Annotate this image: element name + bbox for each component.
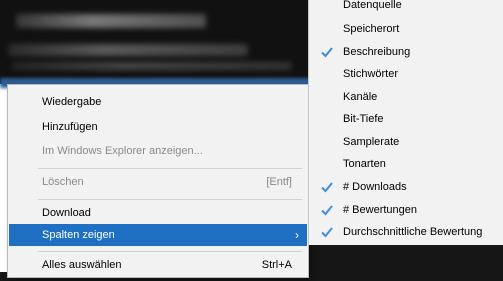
submenu-item-speicherort[interactable]: Speicherort	[309, 18, 503, 40]
submenu-item-bit-tiefe[interactable]: Bit-Tiefe	[309, 108, 503, 130]
menu-item-label: Spalten zeigen	[42, 229, 115, 241]
context-menu: Wiedergabe Hinzufügen Im Windows Explore…	[7, 84, 309, 278]
submenu-item-label: Datenquelle	[343, 0, 402, 11]
menu-item-label: Alles auswählen	[42, 259, 122, 271]
menu-item-loeschen[interactable]: Löschen [Entf]	[9, 171, 307, 193]
submenu-item-beschreibung[interactable]: Beschreibung	[309, 41, 503, 63]
app-background	[0, 0, 320, 84]
menu-item-hinzufuegen[interactable]: Hinzufügen	[9, 116, 307, 138]
submenu-item-label: # Bewertungen	[343, 204, 417, 216]
checkmark-icon	[321, 47, 333, 58]
checkmark-icon	[321, 182, 333, 193]
submenu-item-label: Beschreibung	[343, 46, 411, 58]
submenu-item-label: Speicherort	[343, 23, 400, 35]
blurred-subtitle	[8, 44, 248, 56]
blurred-title	[16, 14, 206, 28]
submenu-item-kanaele[interactable]: Kanäle	[309, 86, 503, 108]
menu-item-alles-auswaehlen[interactable]: Alles auswählen Strl+A	[9, 254, 307, 276]
checkmark-icon	[321, 227, 333, 238]
menu-item-spalten-zeigen[interactable]: Spalten zeigen ›	[9, 224, 307, 246]
submenu-item-downloads[interactable]: # Downloads	[309, 176, 503, 198]
submenu-item-datenquelle[interactable]: Datenquelle	[309, 0, 503, 16]
menu-item-shortcut: Strl+A	[261, 259, 292, 271]
blurred-row	[12, 62, 292, 70]
menu-item-label: Wiedergabe	[42, 96, 102, 108]
submenu-item-label: # Downloads	[343, 181, 407, 193]
app-background-right	[308, 244, 503, 281]
submenu-item-label: Kanäle	[343, 91, 378, 103]
chevron-right-icon: ›	[295, 228, 299, 242]
menu-item-wiedergabe[interactable]: Wiedergabe	[9, 91, 307, 113]
columns-submenu: Datenquelle Speicherort Beschreibung Sti…	[308, 0, 503, 245]
submenu-item-label: Samplerate	[343, 136, 400, 148]
submenu-item-label: Stichwörter	[343, 68, 399, 80]
checkmark-icon	[321, 205, 333, 216]
menu-item-label: Download	[42, 207, 91, 219]
menu-item-shortcut: [Entf]	[266, 176, 292, 188]
submenu-item-bewertungen[interactable]: # Bewertungen	[309, 199, 503, 221]
menu-separator	[38, 251, 302, 252]
menu-item-label: Im Windows Explorer anzeigen...	[42, 145, 203, 157]
submenu-item-durchschnittliche-bewertung[interactable]: Durchschnittliche Bewertung	[309, 221, 503, 243]
menu-separator	[38, 168, 302, 169]
menu-item-label: Löschen	[42, 176, 84, 188]
submenu-item-tonarten[interactable]: Tonarten	[309, 153, 503, 175]
menu-item-im-explorer-anzeigen[interactable]: Im Windows Explorer anzeigen...	[9, 140, 307, 162]
submenu-item-label: Durchschnittliche Bewertung	[343, 226, 483, 238]
submenu-item-label: Tonarten	[343, 158, 386, 170]
menu-item-download[interactable]: Download	[9, 202, 307, 224]
submenu-item-stichwoerter[interactable]: Stichwörter	[309, 63, 503, 85]
menu-separator	[38, 199, 302, 200]
menu-item-label: Hinzufügen	[42, 121, 98, 133]
submenu-item-label: Bit-Tiefe	[343, 113, 384, 125]
submenu-item-samplerate[interactable]: Samplerate	[309, 131, 503, 153]
